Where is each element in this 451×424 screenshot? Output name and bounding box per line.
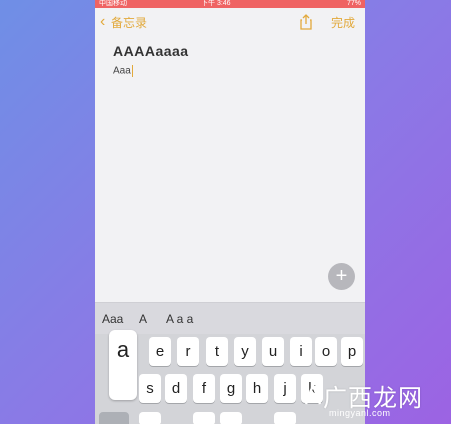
format-option-aaa[interactable]: Aaa [102, 312, 123, 326]
status-bar: 中国移动 下午 3:46 77% [95, 0, 365, 8]
key-a-popup[interactable]: a [109, 330, 137, 400]
key-row3-1[interactable] [139, 412, 161, 424]
key-u[interactable]: u [262, 337, 284, 366]
key-row3-3[interactable] [220, 412, 242, 424]
key-h[interactable]: h [246, 374, 268, 403]
add-button[interactable]: + [328, 263, 355, 290]
watermark-url: mingyanl.com [329, 408, 391, 418]
key-row3-4[interactable] [274, 412, 296, 424]
key-d[interactable]: d [165, 374, 187, 403]
notes-screen: 中国移动 下午 3:46 77% ‹ 备忘录 完成 AAAAaaaa Aaa +… [95, 0, 365, 424]
key-p[interactable]: p [341, 337, 363, 366]
format-option-a[interactable]: A [139, 312, 147, 326]
carrier-label: 中国移动 [99, 0, 127, 7]
watermark: 广西龙网 mingyanl.com [303, 374, 451, 424]
key-r[interactable]: r [177, 337, 199, 366]
note-body-text: Aaa [113, 65, 131, 77]
key-i[interactable]: i [290, 337, 312, 366]
format-option-a-a-a[interactable]: A a a [166, 312, 193, 326]
back-button[interactable]: 备忘录 [111, 15, 147, 31]
key-o[interactable]: o [315, 337, 337, 366]
key-y[interactable]: y [234, 337, 256, 366]
key-f[interactable]: f [193, 374, 215, 403]
battery-label: 77% [346, 0, 361, 7]
note-title[interactable]: AAAAaaaa [113, 43, 189, 59]
text-cursor [131, 65, 133, 77]
share-icon[interactable] [298, 14, 314, 30]
format-bar: Aaa A A a a [95, 302, 365, 335]
note-body[interactable]: Aaa [113, 65, 133, 77]
status-time: 下午 3:46 [201, 0, 231, 7]
key-j[interactable]: j [274, 374, 296, 403]
shift-key[interactable] [99, 412, 129, 424]
navigation-bar: ‹ 备忘录 完成 [95, 12, 365, 36]
watermark-logo-icon [304, 382, 322, 405]
key-g[interactable]: g [220, 374, 242, 403]
key-s[interactable]: s [139, 374, 161, 403]
key-t[interactable]: t [206, 337, 228, 366]
chevron-left-icon[interactable]: ‹ [100, 12, 105, 32]
done-button[interactable]: 完成 [331, 15, 355, 31]
key-row3-2[interactable] [193, 412, 215, 424]
key-e[interactable]: e [149, 337, 171, 366]
